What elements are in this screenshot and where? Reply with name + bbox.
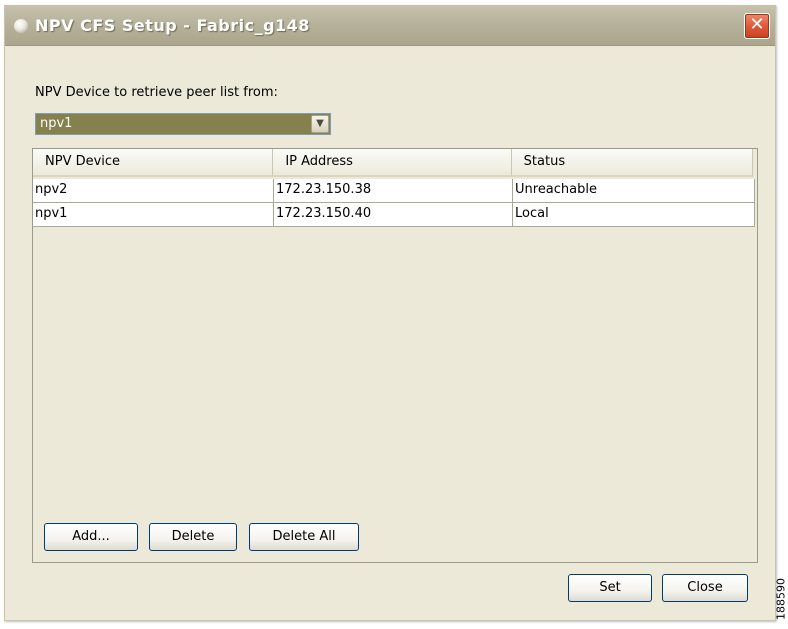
table-header: NPV Device IP Address Status [33, 149, 753, 177]
window-title: NPV CFS Setup - Fabric_g148 [35, 16, 310, 35]
cell-status: Local [513, 203, 755, 226]
peer-list-table-panel: NPV Device IP Address Status npv2 172.23… [32, 148, 758, 563]
figure-id-label: 188590 [774, 576, 788, 622]
close-button[interactable]: Close [662, 574, 748, 602]
figure-id-text: 188590 [774, 578, 788, 620]
chevron-down-icon[interactable]: ▼ [311, 115, 329, 133]
add-button[interactable]: Add... [44, 523, 138, 551]
dialog-content: NPV Device to retrieve peer list from: n… [5, 47, 775, 620]
cell-ip-address: 172.23.150.40 [274, 203, 513, 226]
cell-npv-device: npv2 [33, 179, 274, 202]
retrieve-peer-list-label: NPV Device to retrieve peer list from: [35, 85, 278, 100]
npv-device-select[interactable]: npv1 ▼ [35, 113, 331, 135]
set-button[interactable]: Set [568, 574, 652, 602]
cell-status: Unreachable [513, 179, 755, 202]
npv-cfs-setup-dialog: NPV CFS Setup - Fabric_g148 ✕ NPV Device… [4, 5, 776, 621]
title-bar[interactable]: NPV CFS Setup - Fabric_g148 ✕ [5, 6, 775, 46]
cell-ip-address: 172.23.150.38 [274, 179, 513, 202]
table-body: npv2 172.23.150.38 Unreachable npv1 172.… [33, 179, 755, 227]
table-row[interactable]: npv2 172.23.150.38 Unreachable [33, 179, 755, 203]
npv-device-select-value: npv1 [40, 116, 73, 131]
close-icon: ✕ [749, 14, 765, 35]
cell-npv-device: npv1 [33, 203, 274, 226]
column-header-ip-address[interactable]: IP Address [273, 149, 512, 177]
column-header-npv-device[interactable]: NPV Device [33, 149, 274, 177]
close-window-button[interactable]: ✕ [744, 13, 770, 39]
table-row[interactable]: npv1 172.23.150.40 Local [33, 203, 755, 227]
delete-all-button[interactable]: Delete All [249, 523, 359, 551]
app-icon [14, 19, 28, 33]
delete-button[interactable]: Delete [149, 523, 237, 551]
column-header-status[interactable]: Status [511, 149, 753, 177]
